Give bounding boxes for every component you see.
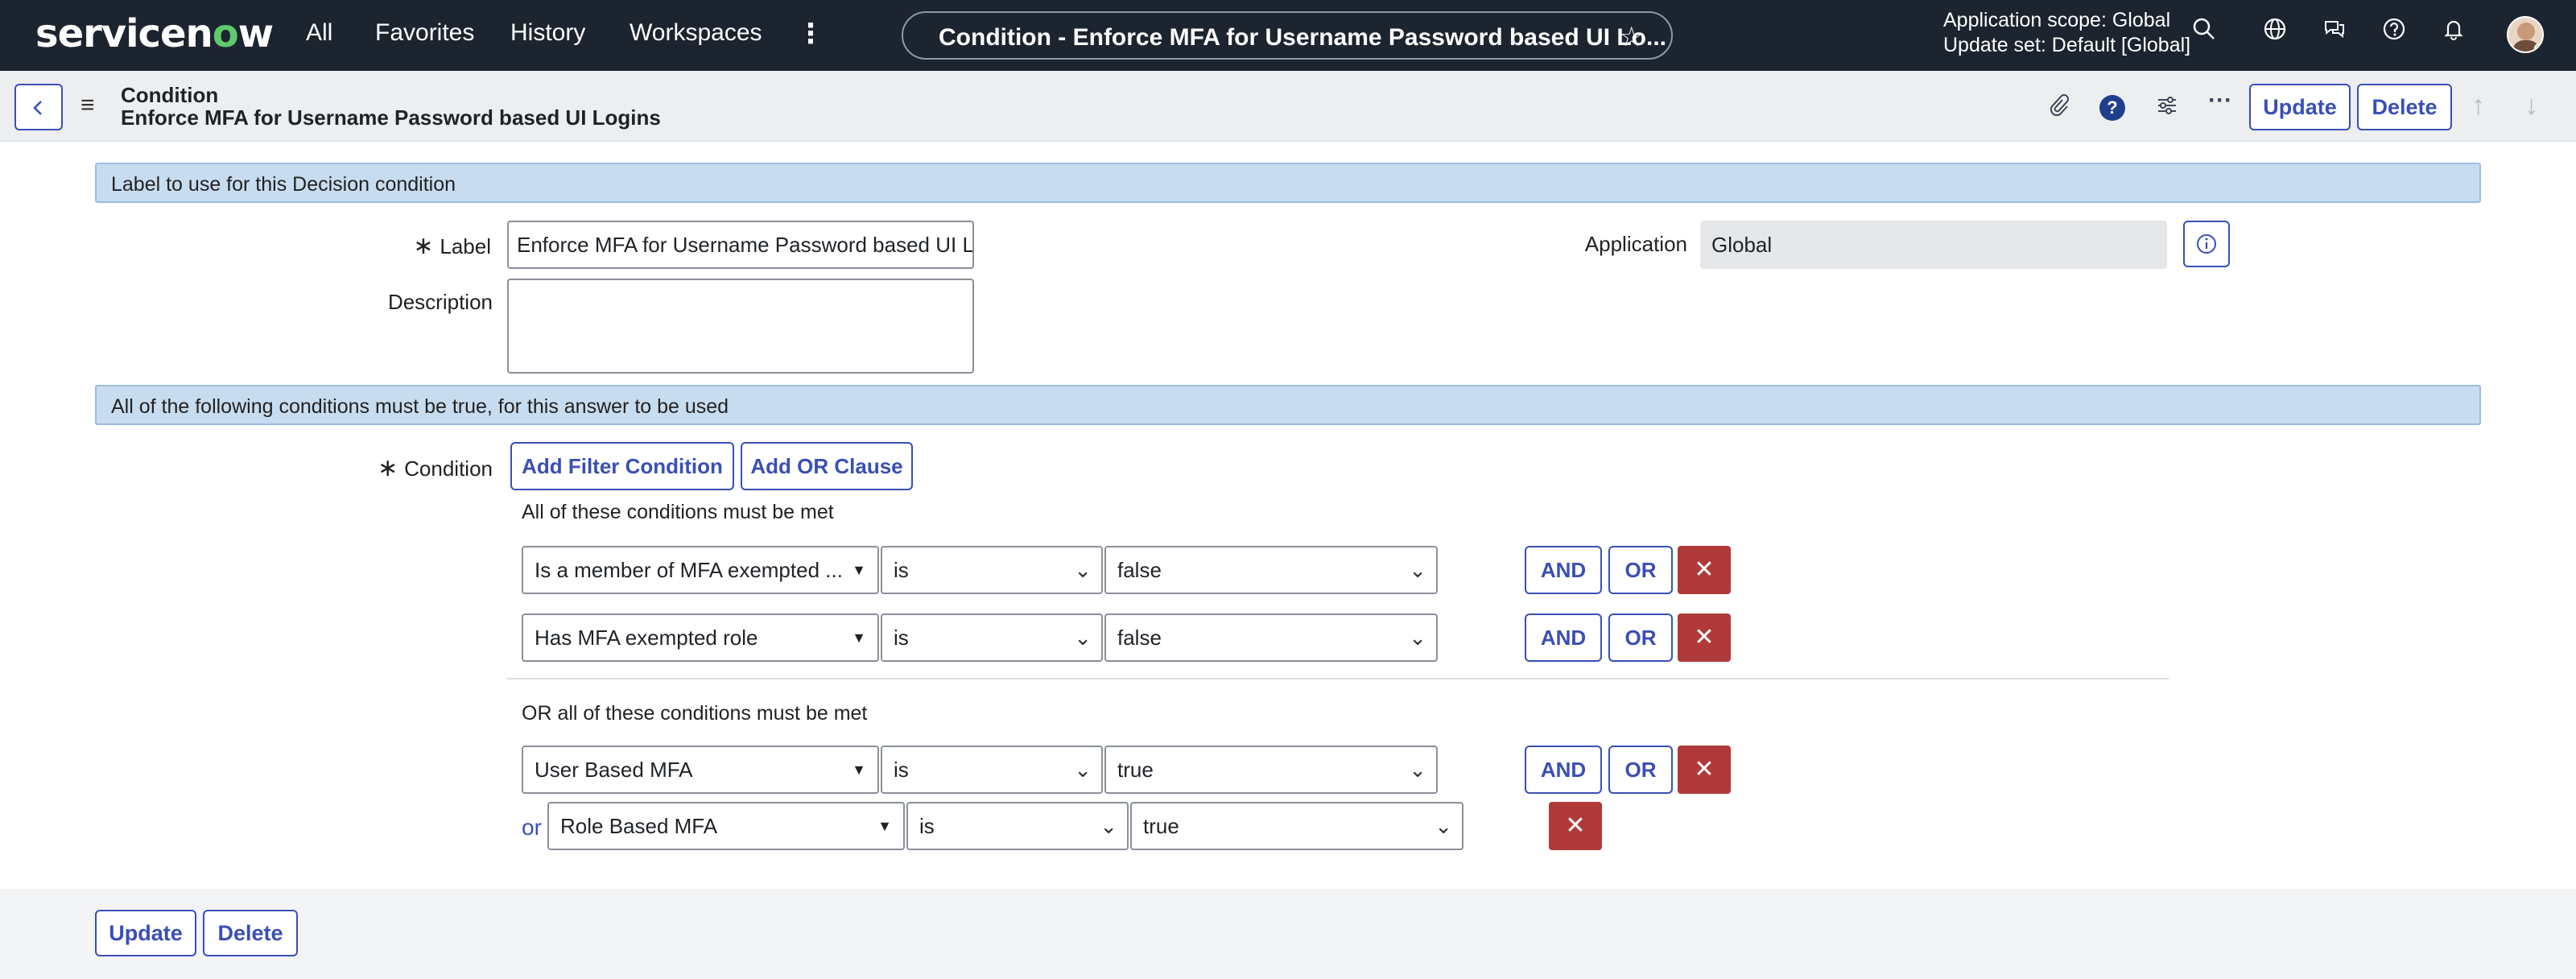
condition-field-select[interactable]: Has MFA exempted role ▼ — [522, 613, 879, 662]
nav-all[interactable]: All — [306, 19, 332, 47]
notifications-bell-icon[interactable] — [2436, 16, 2471, 52]
help-icon[interactable] — [2376, 16, 2412, 52]
help-question-icon[interactable]: ? — [2099, 95, 2125, 121]
delete-condition-close-icon[interactable]: ✕ — [1678, 613, 1731, 662]
chevron-down-icon: ⌄ — [1409, 626, 1426, 650]
delete-condition-close-icon[interactable]: ✕ — [1678, 746, 1731, 794]
form-footer: Update Delete — [0, 889, 2576, 979]
required-asterisk-icon: ∗ — [378, 455, 398, 481]
nav-history[interactable]: History — [510, 19, 585, 47]
form-record-name: Enforce MFA for Username Password based … — [121, 105, 661, 130]
delete-condition-close-icon[interactable]: ✕ — [1549, 802, 1602, 850]
condition-group-1-caption: All of these conditions must be met — [522, 501, 834, 523]
description-field-label: Description — [387, 290, 493, 314]
chevron-down-icon: ⌄ — [1074, 558, 1092, 582]
condition-operator-select[interactable]: is ⌄ — [906, 802, 1129, 850]
application-readonly-field: Global — [1700, 221, 2167, 269]
add-filter-condition-button[interactable]: Add Filter Condition — [510, 442, 734, 490]
back-button[interactable] — [14, 84, 63, 130]
chevron-down-icon: ⌄ — [1074, 758, 1092, 782]
section-label-header: Label to use for this Decision condition — [95, 163, 2481, 203]
header-delete-button[interactable]: Delete — [2357, 84, 2452, 130]
and-button[interactable]: AND — [1525, 546, 1602, 594]
footer-delete-button[interactable]: Delete — [203, 910, 298, 956]
condition-value-select[interactable]: false ⌄ — [1104, 613, 1438, 662]
dropdown-caret-icon: ▼ — [852, 562, 866, 578]
form-title: Condition Enforce MFA for Username Passw… — [121, 84, 661, 129]
add-or-clause-button[interactable]: Add OR Clause — [741, 442, 913, 490]
record-title: Condition - Enforce MFA for Username Pas… — [939, 24, 1667, 51]
chevron-down-icon: ⌄ — [1435, 814, 1452, 838]
or-prefix-label: or — [522, 815, 542, 840]
form-context-menu-icon[interactable]: ≡ — [80, 92, 95, 119]
chevron-down-icon: ⌄ — [1409, 758, 1426, 782]
description-textarea[interactable] — [507, 279, 974, 374]
condition-group-2-caption: OR all of these conditions must be met — [522, 702, 868, 725]
condition-operator-select[interactable]: is ⌄ — [881, 546, 1103, 594]
or-group-divider — [507, 678, 2169, 680]
search-icon[interactable] — [2186, 16, 2222, 52]
condition-value-select[interactable]: true ⌄ — [1130, 802, 1463, 850]
chevron-down-icon: ⌄ — [1100, 814, 1117, 838]
and-button[interactable]: AND — [1525, 746, 1602, 794]
top-navigation-bar: servicenow All Favorites History Workspa… — [0, 0, 2576, 71]
chevron-down-icon: ⌄ — [1409, 558, 1426, 582]
or-button[interactable]: OR — [1608, 746, 1673, 794]
nav-favorites[interactable]: Favorites — [375, 19, 474, 47]
favorite-star-icon[interactable]: ☆ — [1620, 21, 1644, 53]
servicenow-logo[interactable]: servicenow — [35, 11, 274, 56]
previous-record-arrow-icon[interactable]: ↑ — [2471, 90, 2485, 122]
and-button[interactable]: AND — [1525, 613, 1602, 662]
section-conditions-header: All of the following conditions must be … — [95, 385, 2481, 425]
update-set: Update set: Default [Global] — [1943, 34, 2191, 56]
dropdown-caret-icon: ▼ — [877, 818, 892, 834]
next-record-arrow-icon[interactable]: ↓ — [2524, 90, 2538, 122]
application-info-button[interactable] — [2183, 221, 2230, 267]
condition-operator-select[interactable]: is ⌄ — [881, 746, 1103, 794]
condition-field-select[interactable]: Is a member of MFA exempted ... ▼ — [522, 546, 879, 594]
condition-operator-select[interactable]: is ⌄ — [881, 613, 1103, 662]
required-asterisk-icon: ∗ — [413, 233, 434, 259]
chevron-down-icon: ⌄ — [1074, 626, 1092, 650]
footer-update-button[interactable]: Update — [95, 910, 196, 956]
dropdown-caret-icon: ▼ — [852, 630, 866, 646]
more-options-icon[interactable]: ··· — [2204, 87, 2236, 114]
application-field-label: Application — [1584, 232, 1687, 256]
header-update-button[interactable]: Update — [2249, 84, 2351, 130]
nav-workspaces[interactable]: Workspaces — [630, 19, 762, 47]
form-table-name: Condition — [121, 83, 219, 107]
label-field-label: ∗ Label — [413, 233, 491, 259]
delete-condition-close-icon[interactable]: ✕ — [1678, 546, 1731, 594]
record-title-pill[interactable]: Condition - Enforce MFA for Username Pas… — [902, 11, 1673, 60]
dropdown-caret-icon: ▼ — [852, 762, 866, 778]
condition-value-select[interactable]: true ⌄ — [1104, 746, 1438, 794]
application-scope: Application scope: Global — [1943, 9, 2171, 31]
condition-field-label: ∗ Condition — [378, 455, 493, 481]
form-header: ≡ Condition Enforce MFA for Username Pas… — [0, 71, 2576, 142]
personalize-form-icon[interactable] — [2151, 93, 2183, 124]
label-input[interactable]: Enforce MFA for Username Password based … — [507, 221, 974, 269]
globe-icon[interactable] — [2257, 16, 2293, 52]
condition-field-select[interactable]: Role Based MFA ▼ — [547, 802, 905, 850]
user-avatar[interactable] — [2507, 16, 2544, 53]
condition-value-select[interactable]: false ⌄ — [1104, 546, 1438, 594]
more-menu-icon[interactable]: ⋮ — [797, 18, 824, 50]
application-scope-info[interactable]: Application scope: Global Update set: De… — [1943, 8, 2190, 58]
attachment-icon[interactable] — [2043, 93, 2075, 124]
or-button[interactable]: OR — [1608, 613, 1673, 662]
condition-field-select[interactable]: User Based MFA ▼ — [522, 746, 879, 794]
or-button[interactable]: OR — [1608, 546, 1673, 594]
chat-icon[interactable] — [2317, 16, 2352, 52]
